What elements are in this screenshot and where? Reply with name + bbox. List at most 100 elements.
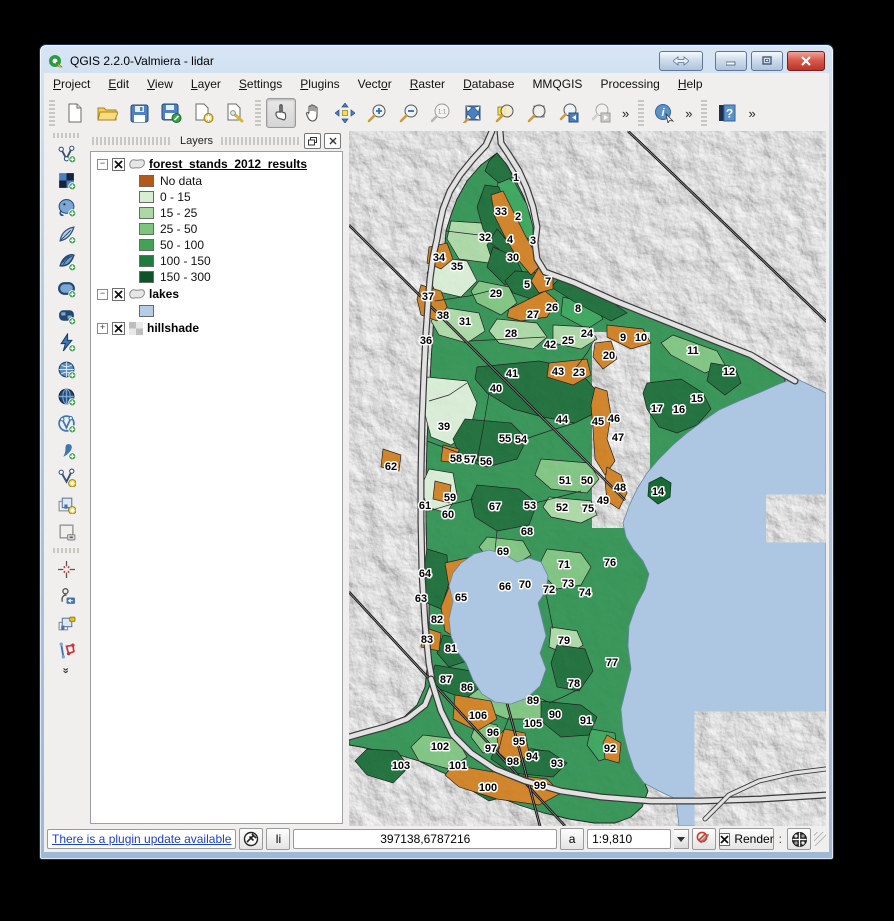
- zoom-to-layer-button[interactable]: [522, 98, 552, 128]
- layer-visibility-checkbox[interactable]: [112, 288, 125, 301]
- map-canvas[interactable]: 1234578910111214151617202324252627282930…: [349, 131, 826, 826]
- menu-edit[interactable]: Edit: [99, 74, 138, 94]
- render-checkbox[interactable]: [719, 833, 730, 846]
- minimize-button[interactable]: [715, 51, 747, 71]
- add-mssql-layer-button[interactable]: [51, 248, 81, 275]
- close-button[interactable]: [787, 51, 825, 71]
- restore-button[interactable]: [751, 51, 783, 71]
- legend-swatch: [139, 223, 154, 235]
- pan-map-button[interactable]: [298, 98, 328, 128]
- osm-download-button[interactable]: [51, 583, 81, 610]
- layer-definition-button[interactable]: [51, 610, 81, 637]
- open-project-button[interactable]: [92, 98, 122, 128]
- scale-combobox[interactable]: 1:9,810: [587, 829, 671, 849]
- add-sqlanywhere-layer-button[interactable]: [51, 329, 81, 356]
- scale-dropdown-button[interactable]: [674, 829, 690, 849]
- collapse-icon[interactable]: −: [97, 289, 108, 300]
- menu-view[interactable]: View: [138, 74, 182, 94]
- title-bar[interactable]: QGIS 2.2.0-Valmiera - lidar: [48, 49, 825, 73]
- new-composer-icon: [193, 103, 214, 123]
- embed-layers-button[interactable]: [51, 518, 81, 545]
- add-wms-layer-button[interactable]: [51, 356, 81, 383]
- layer-name[interactable]: lakes: [149, 287, 179, 301]
- add-postgis-layer-button[interactable]: [51, 194, 81, 221]
- menu-help[interactable]: Help: [669, 74, 712, 94]
- coordinate-toggle-button[interactable]: li: [266, 828, 290, 850]
- collapse-icon[interactable]: −: [97, 159, 108, 170]
- new-composer-button[interactable]: [188, 98, 218, 128]
- add-oracle-layer-button[interactable]: [51, 275, 81, 302]
- zoom-to-selection-button[interactable]: [490, 98, 520, 128]
- menu-database[interactable]: Database: [454, 74, 523, 94]
- layer-row-lakes[interactable]: − lakes: [95, 285, 342, 303]
- layer-name[interactable]: forest_stands_2012_results: [149, 157, 307, 171]
- pan-to-selection-button[interactable]: [330, 98, 360, 128]
- panel-close-button[interactable]: [324, 133, 341, 149]
- toolbar-handle[interactable]: [701, 100, 707, 126]
- panel-drag-texture[interactable]: [221, 137, 301, 145]
- help-button[interactable]: ?: [712, 98, 742, 128]
- save-project-as-button[interactable]: [156, 98, 186, 128]
- close-icon: [801, 56, 811, 66]
- crs-status-button[interactable]: [787, 828, 811, 850]
- toolbar-handle[interactable]: [49, 100, 55, 126]
- layers-tree[interactable]: −forest_stands_2012_resultsNo data0 - 15…: [90, 151, 343, 824]
- topology-checker-button[interactable]: [51, 637, 81, 664]
- save-project-button[interactable]: [124, 98, 154, 128]
- menu-raster[interactable]: Raster: [401, 74, 454, 94]
- toolbar-handle[interactable]: [255, 100, 261, 126]
- menu-project[interactable]: Project: [44, 74, 99, 94]
- stand-label-73: 73: [562, 578, 574, 590]
- language-toggle-button[interactable]: [659, 51, 703, 71]
- zoom-in-button[interactable]: [362, 98, 392, 128]
- add-vector-layer-button[interactable]: [51, 140, 81, 167]
- toolbar-overflow-button[interactable]: »: [744, 106, 759, 121]
- add-oracle-georaster-layer-button[interactable]: [51, 302, 81, 329]
- composer-manager-button[interactable]: [220, 98, 250, 128]
- menu-plugins[interactable]: Plugins: [291, 74, 348, 94]
- coordinate-display[interactable]: 397138,6787216: [293, 829, 557, 849]
- new-project-button[interactable]: [60, 98, 90, 128]
- zoom-out-button[interactable]: [394, 98, 424, 128]
- menu-processing[interactable]: Processing: [591, 74, 668, 94]
- layer-name[interactable]: hillshade: [147, 321, 199, 335]
- expand-icon[interactable]: +: [97, 323, 108, 334]
- layer-row-hillshade[interactable]: + hillshade: [95, 319, 342, 337]
- stand-label-36: 36: [420, 335, 432, 347]
- add-spatialite-layer-button[interactable]: [51, 221, 81, 248]
- menu-layer[interactable]: Layer: [182, 74, 230, 94]
- menu-mmqgis[interactable]: MMQGIS: [523, 74, 591, 94]
- add-raster-layer-button[interactable]: [51, 167, 81, 194]
- touch-zoom-pan-button[interactable]: [266, 98, 296, 128]
- layer-visibility-checkbox[interactable]: [112, 158, 125, 171]
- zoom-full-button[interactable]: [458, 98, 488, 128]
- panel-drag-texture[interactable]: [92, 137, 172, 145]
- add-wfs-layer-button[interactable]: [51, 410, 81, 437]
- layer-visibility-checkbox[interactable]: [112, 322, 125, 335]
- toolbar-overflow-button[interactable]: »: [681, 106, 696, 121]
- identify-features-button[interactable]: i: [649, 98, 679, 128]
- toolbar-handle[interactable]: [53, 133, 79, 138]
- zoom-native-button[interactable]: 1:1: [426, 98, 456, 128]
- menu-settings[interactable]: Settings: [230, 74, 291, 94]
- toolbar-overflow-button[interactable]: »: [618, 106, 633, 121]
- stand-label-8: 8: [575, 303, 581, 315]
- toolbar-overflow-chevron[interactable]: »: [60, 667, 72, 672]
- add-wcs-layer-button[interactable]: [51, 383, 81, 410]
- resize-grip[interactable]: [814, 832, 826, 846]
- new-shapefile-layer-button[interactable]: [51, 464, 81, 491]
- toolbar-handle[interactable]: [638, 100, 644, 126]
- zoom-last-button[interactable]: [554, 98, 584, 128]
- render-checkbox-group[interactable]: Render: [719, 828, 773, 850]
- scale-toggle-button[interactable]: a: [560, 828, 584, 850]
- layer-row-forest_stands_2012_results[interactable]: − forest_stands_2012_results: [95, 155, 342, 173]
- panel-float-button[interactable]: [304, 133, 321, 149]
- plugin-update-link[interactable]: There is a plugin update available: [52, 832, 231, 846]
- gps-tracking-button[interactable]: [51, 556, 81, 583]
- new-spatialite-layer-button[interactable]: [51, 491, 81, 518]
- zoom-next-button[interactable]: [586, 98, 616, 128]
- menu-vector[interactable]: Vector: [349, 74, 401, 94]
- stop-render-button[interactable]: [692, 828, 716, 850]
- add-delimited-text-layer-button[interactable]: [51, 437, 81, 464]
- plugin-indicator-button[interactable]: [239, 828, 263, 850]
